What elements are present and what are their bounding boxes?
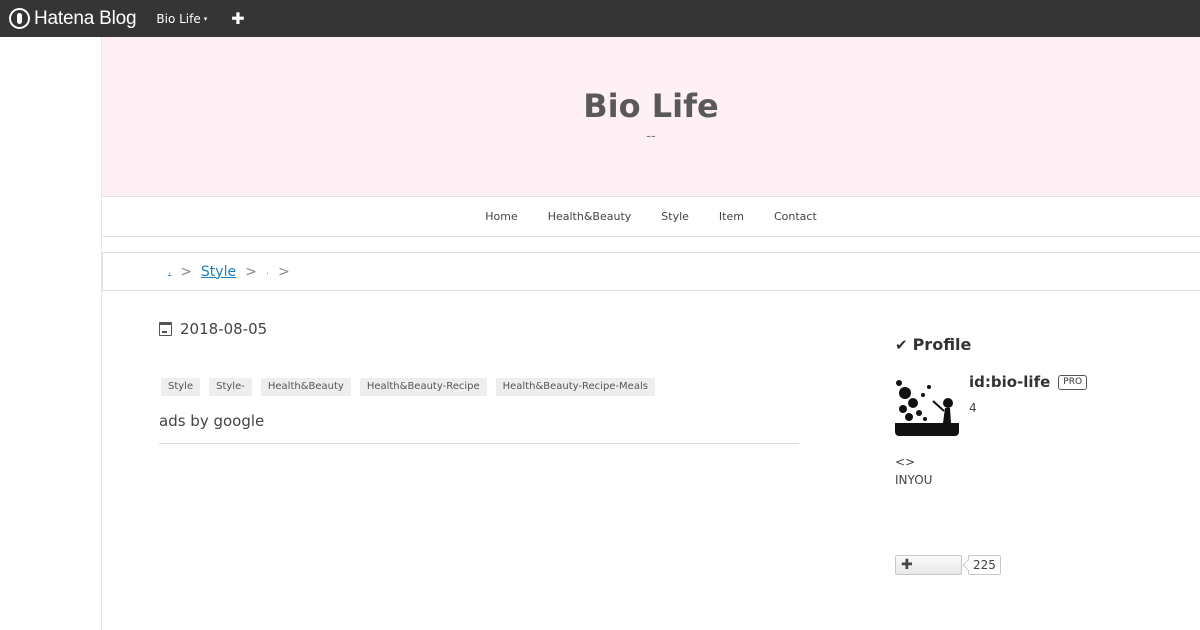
blog-description: -- [646, 129, 656, 144]
nav-item-contact[interactable]: Contact [774, 210, 817, 223]
entry-date-text: 2018-08-05 [180, 320, 268, 338]
breadcrumb-separator: > [180, 263, 192, 280]
blog-header: Bio Life -- [102, 37, 1200, 197]
entry-date[interactable]: 2018-08-05 [159, 320, 267, 338]
category-tag[interactable]: Health&Beauty-Recipe [359, 378, 487, 396]
pro-badge: PRO [1058, 374, 1088, 390]
hatena-logo-icon [9, 8, 30, 29]
check-icon: ✔ [895, 335, 908, 354]
breadcrumb-style-link[interactable]: Style [201, 264, 236, 280]
profile-count: 4 [969, 401, 977, 415]
profile-id[interactable]: id:bio-life PRO [969, 373, 1088, 391]
category-tag[interactable]: Style- [209, 378, 252, 396]
avatar-image [895, 373, 959, 436]
profile-heading: ✔ Profile [895, 335, 971, 354]
add-post-button[interactable]: ✚ [231, 9, 244, 28]
global-nav: Home Health&Beauty Style Item Contact [102, 197, 1200, 237]
profile-heading-text: Profile [912, 335, 972, 354]
hatena-blog-logo[interactable]: Hatena Blog [9, 7, 137, 30]
blog-menu-label: Bio Life [156, 11, 201, 26]
breadcrumb: . > Style > . > [102, 252, 1200, 291]
follow-button[interactable]: ✚ [895, 555, 962, 575]
category-tag[interactable]: Style [161, 378, 201, 396]
breadcrumb-current: . [265, 266, 270, 277]
logo-text: Hatena Blog [34, 7, 137, 29]
nav-item-health-beauty[interactable]: Health&Beauty [548, 210, 632, 223]
nav-item-style[interactable]: Style [661, 210, 689, 223]
entry-categories: Style Style- Health&Beauty Health&Beauty… [161, 378, 655, 396]
caret-down-icon: ▾ [203, 14, 208, 23]
breadcrumb-separator: > [245, 263, 257, 280]
category-tag[interactable]: Health&Beauty-Recipe-Meals [495, 378, 655, 396]
category-tag[interactable]: Health&Beauty [260, 378, 351, 396]
profile-arrows-text: <> [895, 455, 916, 469]
nav-item-item[interactable]: Item [719, 210, 744, 223]
breadcrumb-separator: > [278, 263, 290, 280]
top-bar: Hatena Blog Bio Life ▾ ✚ [0, 0, 1200, 37]
follower-count[interactable]: 225 [968, 555, 1001, 575]
profile-inyou-text: INYOU [895, 473, 933, 487]
follow-widget: ✚ 225 [895, 555, 1001, 575]
blog-menu-dropdown[interactable]: Bio Life ▾ [156, 12, 207, 26]
breadcrumb-home-link[interactable]: . [168, 266, 171, 277]
ads-label: ads by google [159, 412, 799, 444]
calendar-icon [159, 322, 172, 336]
avatar[interactable] [895, 373, 959, 436]
left-margin [0, 37, 102, 630]
profile-id-text: id:bio-life [969, 373, 1051, 391]
blog-title[interactable]: Bio Life [102, 87, 1200, 125]
nav-item-home[interactable]: Home [485, 210, 517, 223]
plus-icon: ✚ [901, 557, 913, 573]
